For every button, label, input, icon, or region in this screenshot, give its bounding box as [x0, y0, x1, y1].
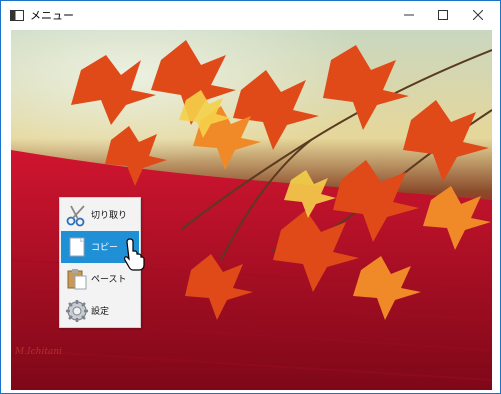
paste-clipboard-icon: [67, 269, 87, 290]
minimize-icon: [404, 14, 414, 16]
title-bar[interactable]: メニュー: [1, 1, 500, 29]
copy-document-icon: [69, 237, 85, 257]
mouse-pointer-hand-icon: [124, 238, 145, 271]
menu-item-label: コピー: [91, 243, 119, 253]
maximize-icon: [438, 10, 448, 20]
app-window: メニュー 切り取り コピー ペースト 設定 M.Ichitani: [0, 0, 501, 394]
app-window-icon: [10, 10, 24, 21]
scissors-icon: [66, 205, 85, 227]
menu-item-settings[interactable]: 設定: [61, 295, 139, 327]
window-title: メニュー: [30, 9, 74, 22]
menu-item-cut[interactable]: 切り取り: [61, 199, 139, 231]
menu-item-label: ペースト: [91, 275, 127, 285]
menu-item-label: 設定: [91, 307, 110, 317]
photographer-signature: M.Ichitani: [15, 347, 63, 357]
gear-icon: [66, 300, 88, 322]
close-button[interactable]: [456, 1, 500, 29]
menu-item-label: 切り取り: [91, 211, 128, 221]
close-icon: [473, 10, 483, 20]
